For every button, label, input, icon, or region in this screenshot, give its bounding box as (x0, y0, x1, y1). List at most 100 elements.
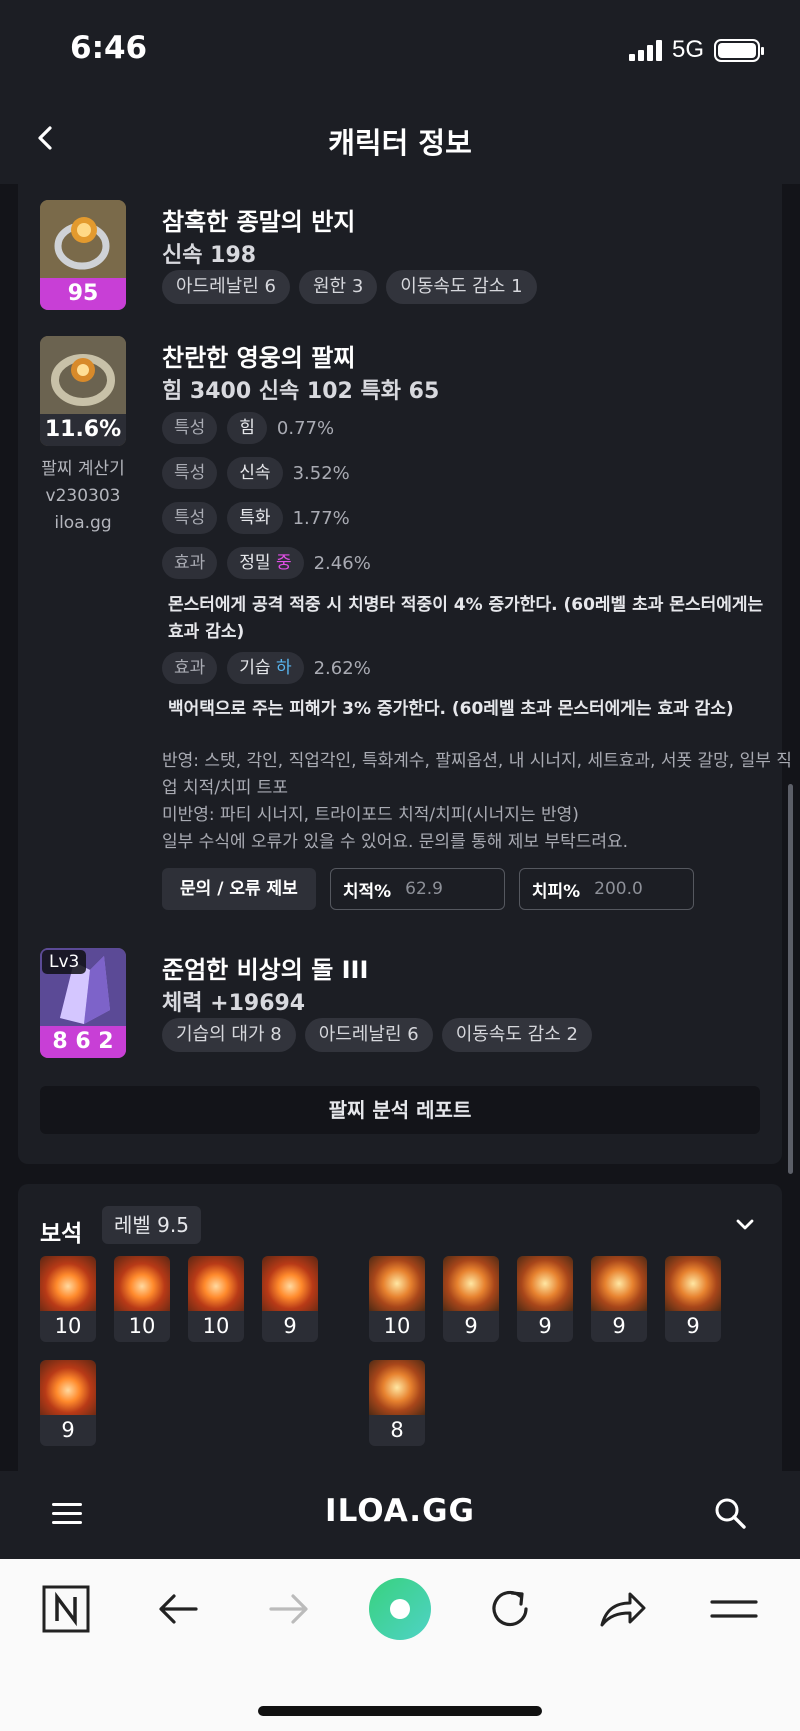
prop-name: 신속 (227, 457, 283, 489)
prop-value: 1.77% (292, 507, 350, 529)
stone-name: 준엄한 비상의 돌 III (162, 956, 369, 984)
status-bar: 6:46 5G (0, 0, 800, 92)
gem-level: 9 (464, 1314, 478, 1338)
effect-description: 백어택으로 주는 피해가 3% 증가한다. (60레벨 초과 몬스터에게는 효과… (168, 699, 734, 719)
crit-rate-label: 치적% (342, 881, 392, 902)
search-icon[interactable] (712, 1495, 748, 1531)
page-title: 캐릭터 정보 (328, 126, 472, 160)
bracelet-prop-row: 특성 힘 0.77% (162, 412, 334, 444)
gem-level: 10 (202, 1314, 230, 1338)
damage-gem-icon (40, 1360, 96, 1415)
crit-dmg-field[interactable]: 치피% (518, 868, 694, 910)
gem-cooldown[interactable]: 10 (369, 1256, 425, 1342)
stone-code: 8 6 2 (40, 1026, 126, 1058)
prop-name: 힘 (227, 412, 267, 444)
gem-cooldown[interactable]: 8 (369, 1360, 425, 1446)
bracelet-icon (40, 336, 126, 416)
engraving-chip: 아드레날린 6 (162, 270, 290, 304)
gem-level: 10 (128, 1314, 156, 1338)
prop-value: 3.52% (292, 462, 350, 484)
prop-name: 특화 (227, 502, 283, 534)
share-icon[interactable] (594, 1581, 650, 1637)
gems-card: 보석 레벨 9.5 10 10 10 9 9 10 9 9 9 9 8 (18, 1184, 782, 1471)
gem-cooldown[interactable]: 9 (665, 1256, 721, 1342)
network-type: 5G (671, 36, 704, 63)
scrollbar[interactable] (788, 784, 793, 1174)
bracelet-effect-row: 효과 기습 하 2.62% (162, 652, 371, 684)
app-bottom-nav: ILOA.GG (0, 1471, 800, 1559)
bracelet-item: 11.6% 팔찌 계산기 v230303 iloa.gg 찬란한 영웅의 팔찌 … (40, 336, 792, 916)
gem-damage[interactable]: 10 (40, 1256, 96, 1342)
prop-type: 특성 (162, 412, 218, 444)
ability-stone-item[interactable]: Lv3 8 6 2 준엄한 비상의 돌 III 체력 +19694 기습의 대가… (40, 948, 760, 1058)
note-not-reflected: 미반영: 파티 시너지, 트라이포드 치적/치피(시너지는 반영) (162, 805, 579, 825)
cooldown-gem-icon (369, 1256, 425, 1311)
back-arrow-icon[interactable] (150, 1581, 206, 1637)
gems-level-badge: 레벨 9.5 (102, 1206, 201, 1244)
ring-engravings: 아드레날린 6 원한 3 이동속도 감소 1 (162, 270, 537, 304)
gem-level: 10 (383, 1314, 411, 1338)
cooldown-gem-icon (369, 1360, 425, 1415)
home-indicator[interactable] (258, 1706, 542, 1716)
prop-value: 0.77% (276, 417, 335, 439)
engraving-chip: 이동속도 감소 2 (441, 1018, 592, 1052)
gem-level: 9 (612, 1314, 626, 1338)
gem-level: 9 (538, 1314, 552, 1338)
bracelet-effect-row: 효과 정밀 중 2.46% (162, 547, 371, 579)
app-header: 캐릭터 정보 (0, 92, 800, 184)
chevron-down-icon[interactable] (730, 1210, 760, 1240)
engraving-chip: 아드레날린 6 (304, 1018, 433, 1052)
prop-type: 특성 (162, 502, 218, 534)
damage-gem-icon (188, 1256, 244, 1311)
naver-n-icon[interactable] (38, 1581, 94, 1637)
calculator-version: v230303 (45, 486, 121, 506)
crit-dmg-label: 치피% (531, 881, 581, 902)
cooldown-gem-icon (517, 1256, 573, 1311)
engraving-chip: 원한 3 (298, 270, 378, 304)
gem-level: 10 (54, 1314, 82, 1338)
menu-icon[interactable] (706, 1581, 762, 1637)
stone-stat: 체력 +19694 (162, 991, 306, 1016)
crit-rate-input[interactable] (405, 879, 486, 899)
effect-type: 효과 (162, 547, 218, 579)
gem-damage[interactable]: 10 (114, 1256, 170, 1342)
ring-quality: 95 (40, 278, 126, 310)
gem-damage[interactable]: 9 (40, 1360, 96, 1446)
gem-cooldown[interactable]: 9 (443, 1256, 499, 1342)
ring-name: 참혹한 종말의 반지 (162, 208, 356, 236)
gem-level: 9 (61, 1418, 75, 1442)
effect-type: 효과 (162, 652, 218, 684)
note-reflected: 반영: 스탯, 각인, 직업각인, 특화계수, 팔찌옵션, 내 시너지, 세트효… (162, 751, 792, 798)
cooldown-gem-icon (591, 1256, 647, 1311)
gems-title: 보석 (40, 1221, 83, 1247)
gem-cooldown[interactable]: 9 (517, 1256, 573, 1342)
stone-engravings: 기습의 대가 8 아드레날린 6 이동속도 감소 2 (162, 1018, 592, 1052)
refresh-icon[interactable] (482, 1581, 538, 1637)
calculator-notes: 반영: 스탯, 각인, 직업각인, 특화계수, 팔찌옵션, 내 시너지, 세트효… (162, 748, 792, 856)
effect-name: 기습 (239, 658, 271, 678)
engraving-chip: 이동속도 감소 1 (386, 270, 537, 304)
brand-logo[interactable]: ILOA.GG (0, 1493, 800, 1529)
effect-name-tag: 기습 하 (227, 652, 304, 684)
gem-cooldown[interactable]: 9 (591, 1256, 647, 1342)
engraving-chip: 기습의 대가 8 (162, 1018, 296, 1052)
ring-item[interactable]: 95 참혹한 종말의 반지 신속 198 아드레날린 6 원한 3 이동속도 감… (40, 200, 760, 310)
prop-type: 특성 (162, 457, 218, 489)
content-scroll[interactable]: 95 참혹한 종말의 반지 신속 198 아드레날린 6 원한 3 이동속도 감… (0, 184, 800, 1471)
damage-gem-icon (114, 1256, 170, 1311)
green-dot-icon[interactable] (368, 1577, 432, 1641)
bracelet-analysis-report-button[interactable]: 팔찌 분석 레포트 (40, 1086, 760, 1134)
calculator-site: iloa.gg (54, 513, 112, 533)
effect-value: 2.62% (313, 657, 371, 679)
report-error-button[interactable]: 문의 / 오류 제보 (162, 868, 316, 910)
gem-damage[interactable]: 10 (188, 1256, 244, 1342)
cellular-signal-icon (628, 39, 662, 61)
accessory-card: 95 참혹한 종말의 반지 신속 198 아드레날린 6 원한 3 이동속도 감… (18, 184, 792, 1164)
crit-rate-field[interactable]: 치적% (329, 868, 505, 910)
effect-name-tag: 정밀 중 (227, 547, 304, 579)
stone-level-badge: Lv3 (42, 950, 87, 974)
bracelet-prop-row: 특성 특화 1.77% (162, 502, 350, 534)
crit-dmg-input[interactable] (594, 879, 675, 899)
ring-icon (40, 200, 126, 280)
gem-damage[interactable]: 9 (262, 1256, 318, 1342)
